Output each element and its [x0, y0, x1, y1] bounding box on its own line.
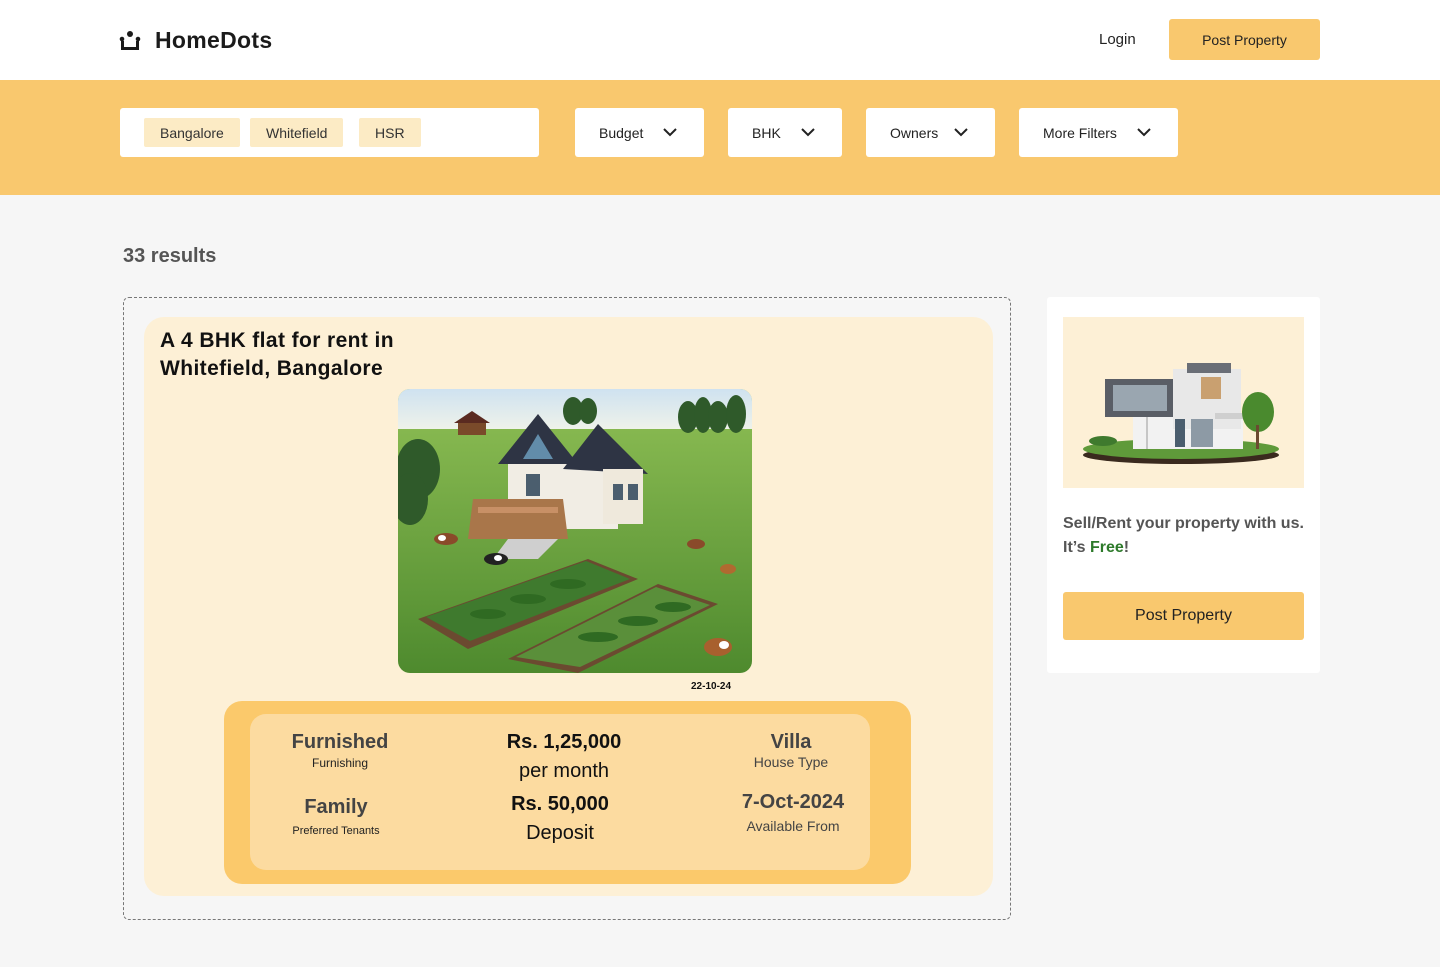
house-type-detail: Villa House Type	[720, 731, 862, 770]
furnishing-value: Furnished	[291, 731, 389, 753]
preferred-tenants-detail: Family Preferred Tenants	[276, 796, 396, 837]
listing-title: A 4 BHK flat for rent in Whitefield, Ban…	[160, 327, 480, 383]
deposit-value: Rs. 50,000	[511, 793, 609, 815]
preferred-tenants-value: Family	[304, 796, 368, 818]
logo[interactable]: HomeDots	[119, 27, 272, 54]
posted-date: 22-10-24	[691, 681, 732, 692]
preferred-tenants-label: Preferred Tenants	[292, 825, 380, 837]
location-chip-bangalore[interactable]: Bangalore	[144, 118, 240, 147]
deposit-label: Deposit	[526, 822, 594, 844]
listing-details-inner: Furnished Furnishing Family Preferred Te…	[250, 714, 870, 870]
budget-dropdown[interactable]: Budget	[575, 108, 704, 157]
promo-free-text: Free	[1089, 539, 1124, 556]
owners-dropdown[interactable]: Owners	[866, 108, 995, 157]
post-property-button[interactable]: Post Property	[1169, 19, 1320, 60]
available-from-label: Available From	[746, 818, 840, 834]
available-from-detail: 7-Oct-2024 Available From	[722, 791, 864, 834]
furnishing-label: Furnishing	[311, 756, 369, 770]
chevron-down-icon	[801, 128, 815, 137]
chevron-down-icon	[1137, 128, 1151, 137]
more-filters-dropdown[interactable]: More Filters	[1019, 108, 1178, 157]
house-type-label: House Type	[753, 754, 829, 770]
sidebar-post-property-button[interactable]: Post Property	[1063, 592, 1304, 640]
bhk-dropdown-label: BHK	[752, 124, 781, 141]
listing-details-panel: Furnished Furnishing Family Preferred Te…	[224, 701, 911, 884]
bhk-dropdown[interactable]: BHK	[728, 108, 842, 157]
filter-bar: Bangalore Whitefield HSR Budget BHK Owne…	[0, 80, 1440, 195]
listing-card[interactable]: A 4 BHK flat for rent in Whitefield, Ban…	[144, 317, 993, 896]
chevron-down-icon	[663, 128, 677, 137]
results-count: 33 results	[123, 245, 217, 267]
home-dots-logo-icon	[119, 30, 141, 50]
location-chip-hsr[interactable]: HSR	[359, 118, 421, 147]
available-from-value: 7-Oct-2024	[741, 791, 845, 813]
top-header: HomeDots Login Post Property	[0, 0, 1440, 80]
modern-house-illustration	[1083, 363, 1279, 464]
listing-title-line2: Whitefield, Bangalore	[160, 357, 384, 380]
logo-text: HomeDots	[155, 27, 273, 53]
owners-dropdown-label: Owners	[890, 124, 939, 141]
property-photo[interactable]	[398, 389, 752, 673]
budget-dropdown-label: Budget	[599, 124, 644, 141]
furnishing-detail: Furnished Furnishing	[280, 731, 400, 770]
rent-value: Rs. 1,25,000	[506, 731, 622, 753]
rent-label: per month	[518, 760, 610, 782]
promo-text: Sell/Rent your property with us. It’s Fr…	[1063, 512, 1308, 560]
property-photo-image	[398, 389, 752, 673]
post-property-promo: Sell/Rent your property with us. It’s Fr…	[1047, 297, 1320, 673]
listing-title-line1: A 4 BHK flat for rent in	[160, 329, 394, 352]
promo-text-end: !	[1123, 539, 1130, 556]
rent-detail: Rs. 1,25,000 per month	[480, 731, 648, 783]
house-type-value: Villa	[770, 731, 812, 753]
location-chip-whitefield[interactable]: Whitefield	[250, 118, 344, 147]
login-link[interactable]: Login	[1099, 31, 1136, 48]
chevron-down-icon	[954, 128, 968, 137]
deposit-detail: Rs. 50,000 Deposit	[476, 793, 644, 845]
more-filters-dropdown-label: More Filters	[1043, 124, 1117, 141]
location-search-input[interactable]: Bangalore Whitefield HSR	[120, 108, 539, 157]
promo-house-image	[1063, 317, 1304, 488]
